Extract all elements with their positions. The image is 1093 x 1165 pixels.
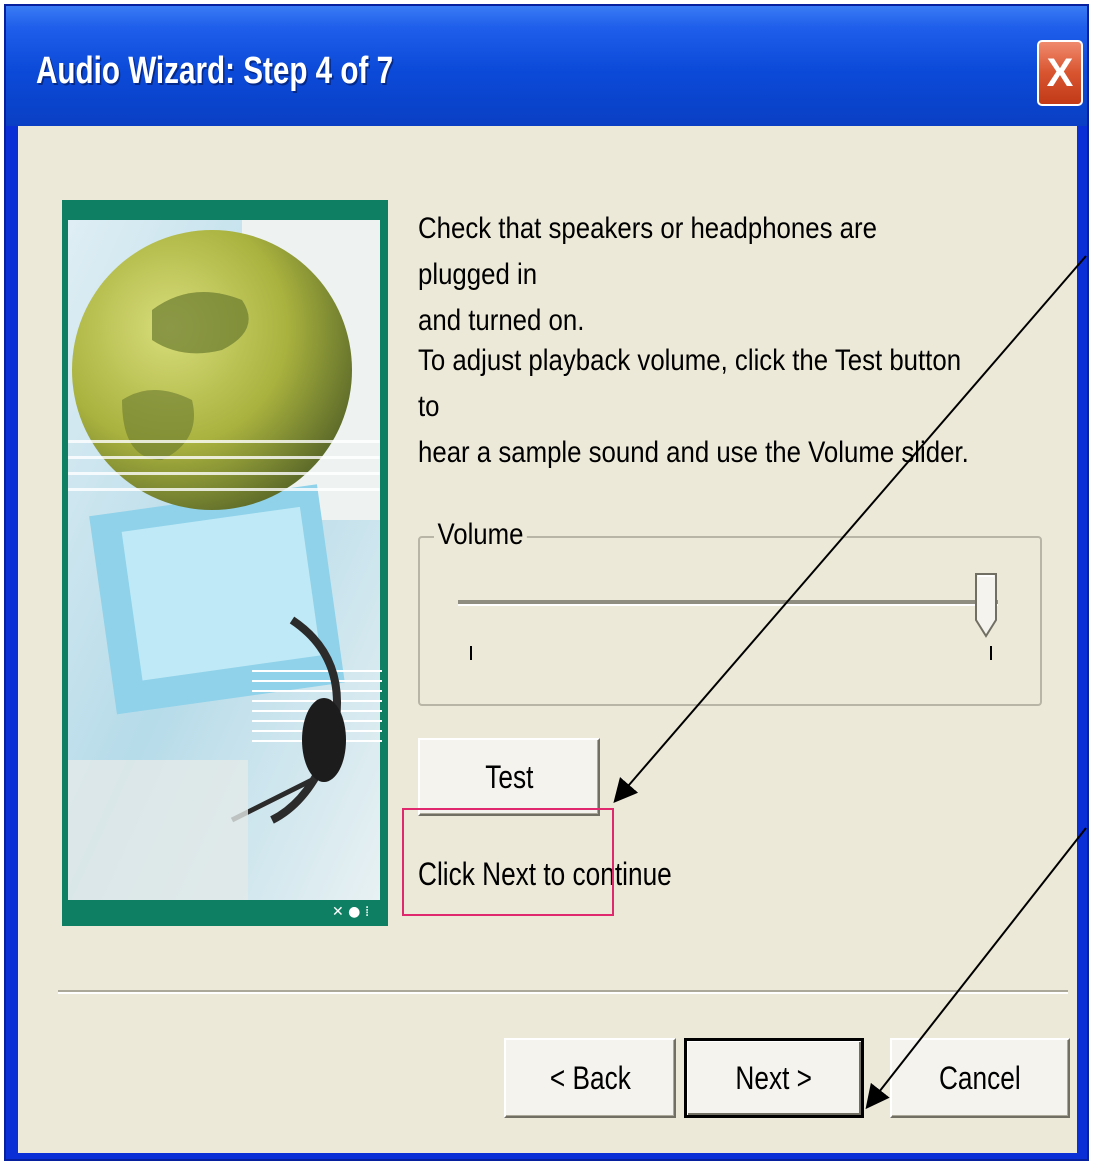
annotation-arrow [865, 827, 1087, 1110]
audio-wizard-window: Audio Wizard: Step 4 of 7 X ✕ ● ⁞ Check … [4, 4, 1089, 1161]
annotation-arrows [613, 255, 1087, 1110]
annotation-arrow [613, 255, 1087, 804]
